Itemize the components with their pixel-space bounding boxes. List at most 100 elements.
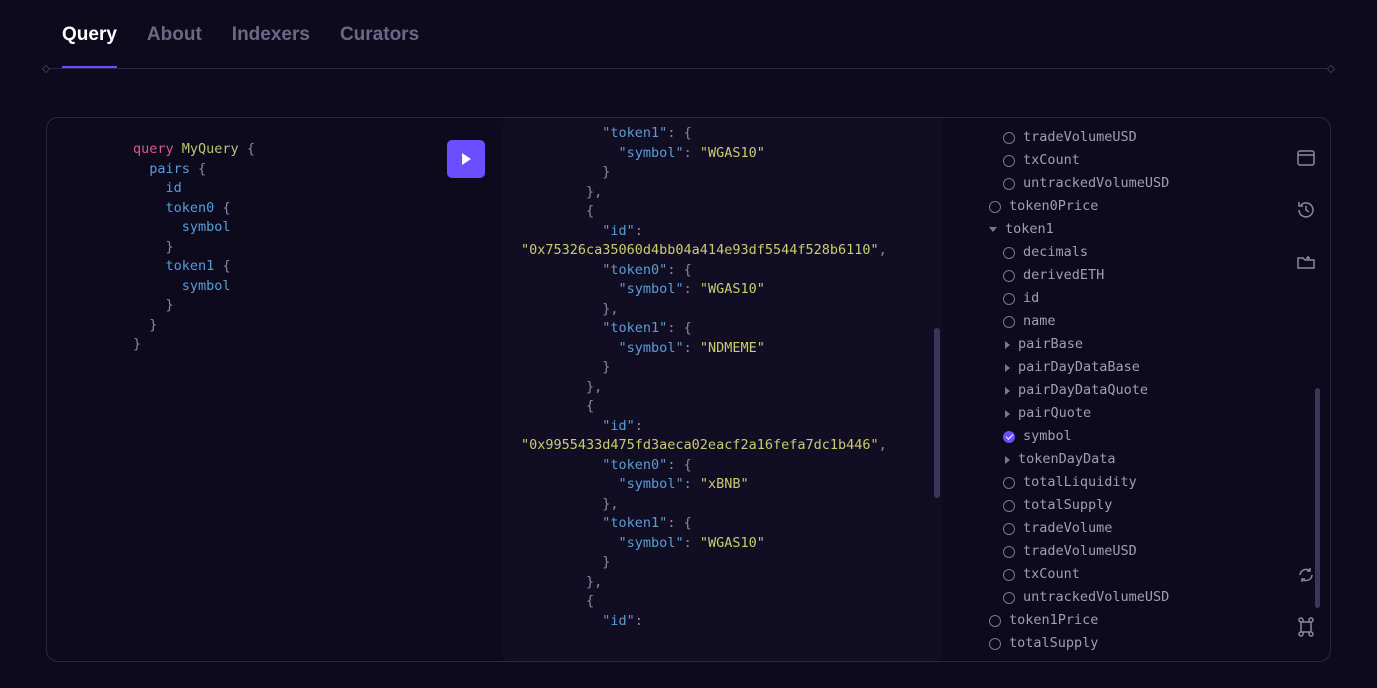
archive-icon[interactable] [1296, 148, 1316, 168]
schema-explorer[interactable]: tradeVolumeUSDtxCountuntrackedVolumeUSDt… [943, 118, 1330, 661]
results-pane[interactable]: "token1": { "symbol": "WGAS10" } }, { "i… [503, 118, 943, 661]
result-line: "symbol": "WGAS10" [503, 534, 943, 554]
result-line: { [503, 397, 943, 417]
run-query-button[interactable] [447, 140, 485, 178]
result-line: "id": [503, 222, 943, 242]
result-line: "token1": { [503, 124, 943, 144]
shortcuts-icon[interactable] [1296, 617, 1316, 637]
result-line: "token0": { [503, 456, 943, 476]
expand-icon [1005, 364, 1010, 372]
explorer-label: symbol [1023, 425, 1072, 448]
field-unchecked-icon [1003, 155, 1015, 167]
divider-decor-left [42, 65, 50, 73]
explorer-field[interactable]: tradeVolumeUSD [975, 540, 1330, 563]
divider-decor-right [1327, 65, 1335, 73]
result-line: { [503, 202, 943, 222]
field-unchecked-icon [989, 638, 1001, 650]
tab-indexers[interactable]: Indexers [232, 24, 310, 69]
explorer-label: tradeVolume [1023, 517, 1112, 540]
result-line: }, [503, 300, 943, 320]
explorer-label: txCount [1023, 563, 1080, 586]
result-line: }, [503, 495, 943, 515]
results-scrollbar[interactable] [934, 328, 940, 498]
result-line: "0x9955433d475fd3aeca02eacf2a16fefa7dc1b… [503, 436, 943, 456]
explorer-field[interactable]: txCount [975, 563, 1330, 586]
explorer-field[interactable]: derivedETH [975, 264, 1330, 287]
explorer-label: name [1023, 310, 1056, 333]
explorer-field[interactable]: token1 [975, 218, 1330, 241]
field-unchecked-icon [1003, 247, 1015, 259]
panel-toolbar-bottom [1296, 565, 1316, 637]
explorer-field[interactable]: untrackedVolumeUSD [975, 586, 1330, 609]
explorer-field[interactable]: token1Price [975, 609, 1330, 632]
field-unchecked-icon [1003, 178, 1015, 190]
explorer-label: decimals [1023, 241, 1088, 264]
result-line: "token1": { [503, 319, 943, 339]
panel-toolbar-top [1296, 148, 1316, 272]
field-unchecked-icon [1003, 477, 1015, 489]
explorer-field[interactable]: token0Price [975, 195, 1330, 218]
result-line: } [503, 163, 943, 183]
explorer-field[interactable]: txCount [975, 149, 1330, 172]
field-unchecked-icon [1003, 569, 1015, 581]
explorer-field[interactable]: symbol [975, 425, 1330, 448]
explorer-label: untrackedVolumeUSD [1023, 172, 1169, 195]
field-unchecked-icon [1003, 316, 1015, 328]
tab-underline [46, 68, 1331, 69]
result-line: "token1": { [503, 514, 943, 534]
explorer-label: pairBase [1018, 333, 1083, 356]
refresh-icon[interactable] [1296, 565, 1316, 585]
field-unchecked-icon [989, 201, 1001, 213]
field-checked-icon [1003, 431, 1015, 443]
result-line: "id": [503, 612, 943, 632]
query-editor[interactable]: query MyQuery { pairs { id token0 { symb… [47, 118, 467, 661]
explorer-field[interactable]: totalLiquidity [975, 471, 1330, 494]
result-line: "symbol": "xBNB" [503, 475, 943, 495]
explorer-field[interactable]: totalSupply [975, 632, 1330, 655]
expand-icon [1005, 410, 1010, 418]
explorer-label: pairDayDataQuote [1018, 379, 1148, 402]
explorer-label: untrackedVolumeUSD [1023, 586, 1169, 609]
folder-icon[interactable] [1296, 252, 1316, 272]
explorer-label: token1 [1005, 218, 1054, 241]
history-icon[interactable] [1296, 200, 1316, 220]
explorer-label: pairQuote [1018, 402, 1091, 425]
explorer-field[interactable]: tradeVolumeUSD [975, 126, 1330, 149]
field-unchecked-icon [1003, 293, 1015, 305]
field-unchecked-icon [1003, 592, 1015, 604]
result-line: "symbol": "WGAS10" [503, 280, 943, 300]
explorer-field[interactable]: tokenDayData [975, 448, 1330, 471]
explorer-field[interactable]: id [975, 287, 1330, 310]
expand-icon [1005, 341, 1010, 349]
result-line: "symbol": "WGAS10" [503, 144, 943, 164]
explorer-label: totalLiquidity [1023, 471, 1137, 494]
explorer-field[interactable]: tradeVolume [975, 517, 1330, 540]
explorer-field[interactable]: totalSupply [975, 494, 1330, 517]
result-line: "token0": { [503, 261, 943, 281]
tab-about[interactable]: About [147, 24, 202, 69]
explorer-field[interactable]: pairDayDataBase [975, 356, 1330, 379]
explorer-label: token1Price [1009, 609, 1098, 632]
tab-curators[interactable]: Curators [340, 24, 419, 69]
explorer-field[interactable]: untrackedVolumeUSD [975, 172, 1330, 195]
expand-icon [1005, 456, 1010, 464]
result-line: } [503, 358, 943, 378]
explorer-field[interactable]: pairDayDataQuote [975, 379, 1330, 402]
result-line: } [503, 553, 943, 573]
explorer-field[interactable]: pairBase [975, 333, 1330, 356]
field-unchecked-icon [1003, 523, 1015, 535]
explorer-field[interactable]: pairQuote [975, 402, 1330, 425]
field-unchecked-icon [1003, 270, 1015, 282]
tabs-bar: Query About Indexers Curators [0, 0, 1377, 69]
explorer-label: derivedETH [1023, 264, 1104, 287]
explorer-field[interactable]: decimals [975, 241, 1330, 264]
tab-query[interactable]: Query [62, 24, 117, 69]
explorer-label: totalSupply [1009, 632, 1098, 655]
explorer-label: token0Price [1009, 195, 1098, 218]
explorer-field[interactable]: name [975, 310, 1330, 333]
field-unchecked-icon [1003, 546, 1015, 558]
explorer-label: totalSupply [1023, 494, 1112, 517]
playground-panel: query MyQuery { pairs { id token0 { symb… [46, 117, 1331, 662]
explorer-label: pairDayDataBase [1018, 356, 1140, 379]
result-line: "id": [503, 417, 943, 437]
